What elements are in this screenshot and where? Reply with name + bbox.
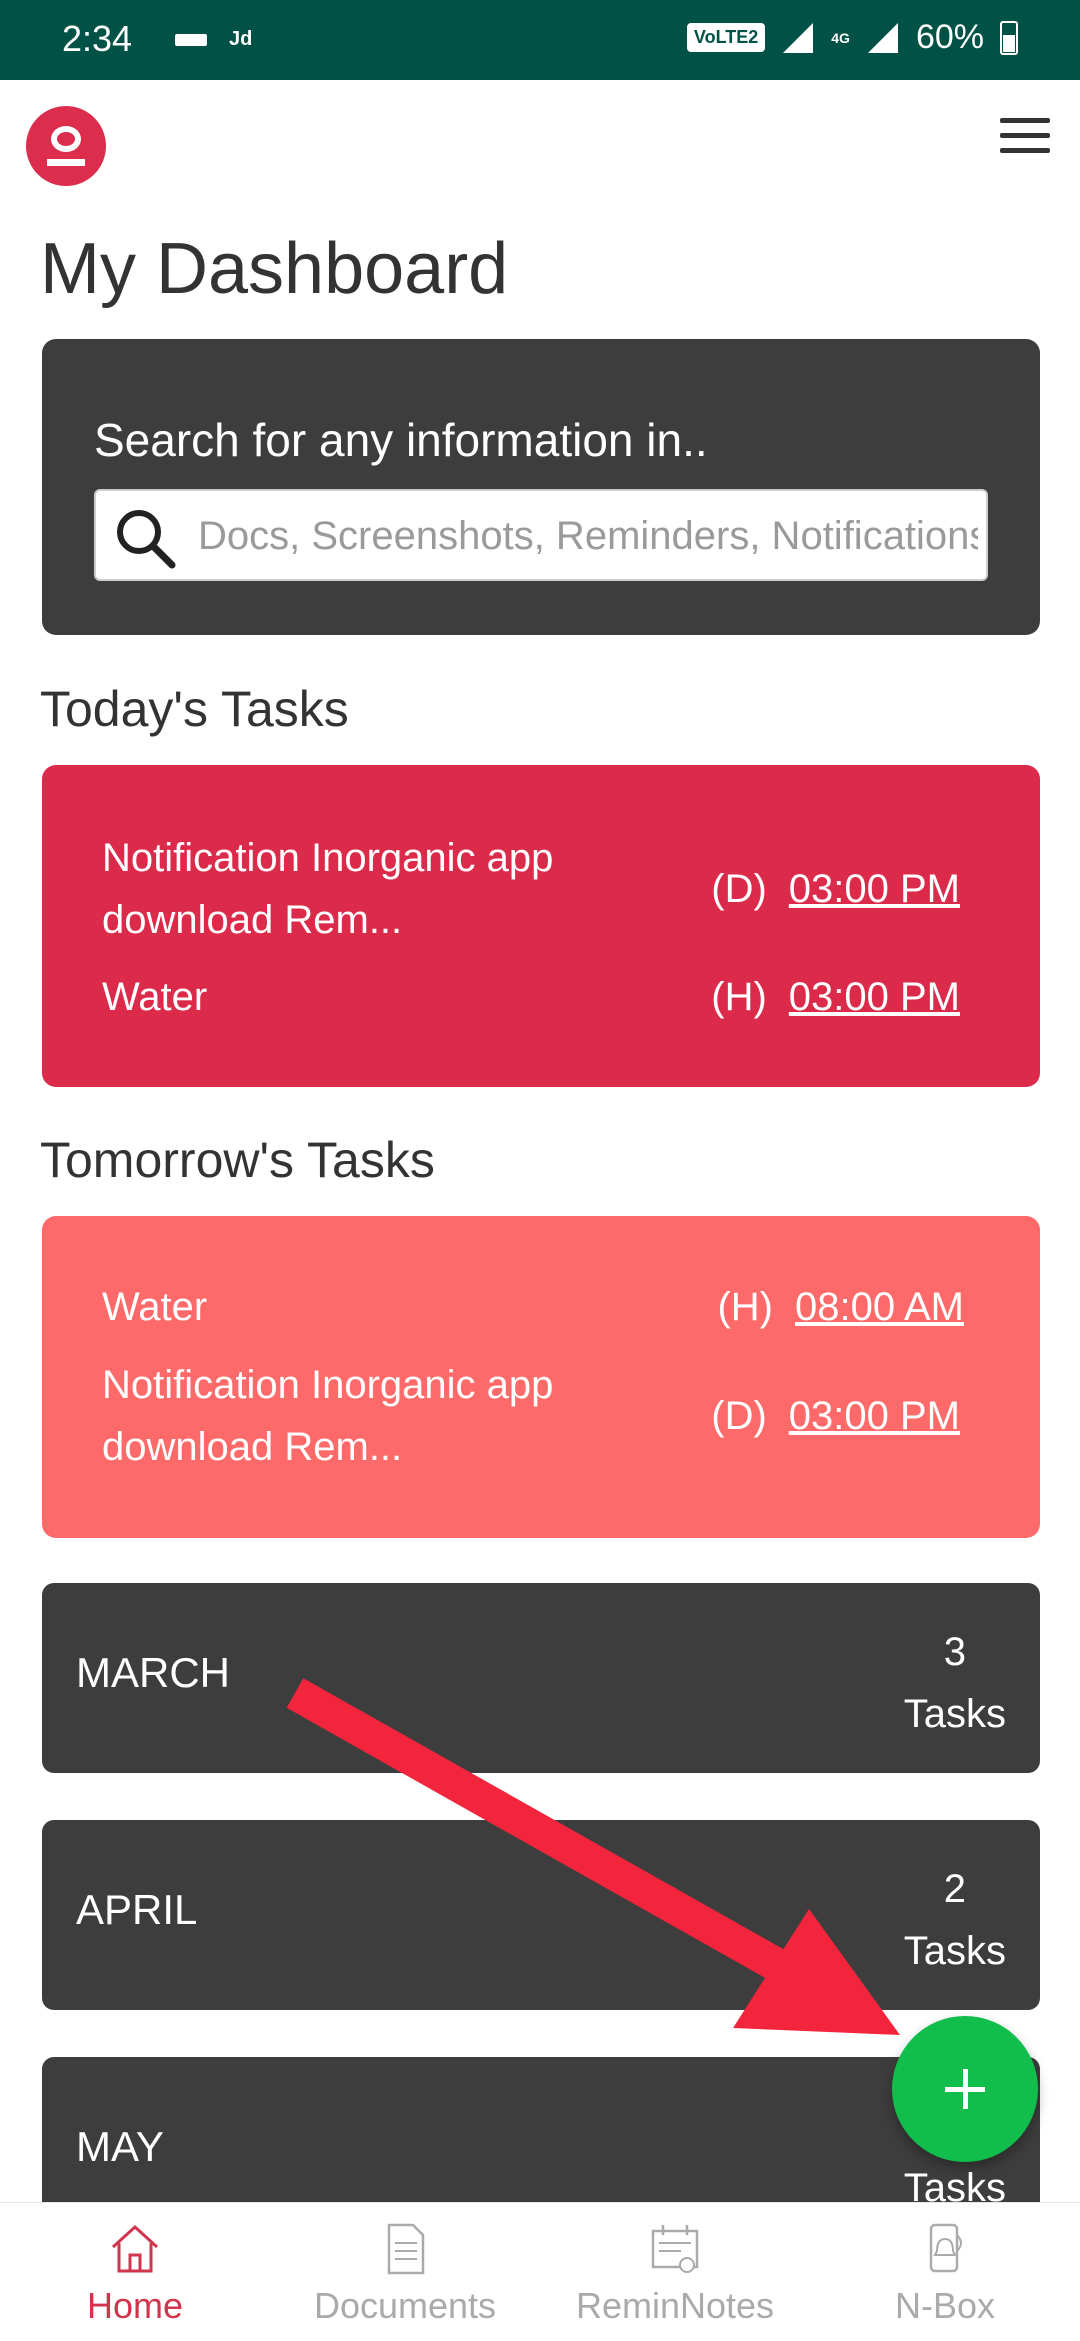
sim-notification-icon — [175, 33, 207, 46]
task-time-link[interactable]: 03:00 PM — [789, 975, 960, 1020]
signal-icon — [783, 22, 814, 53]
month-task-count: 2 Tasks — [904, 1858, 1006, 1982]
status-bar: 2:34 Jd VoLTE2 4G 60% — [0, 0, 1080, 80]
app-logo[interactable] — [26, 106, 106, 186]
nav-home[interactable]: Home — [0, 2203, 270, 2341]
task-tag: (D) — [711, 866, 767, 911]
plus-icon — [945, 2069, 985, 2109]
month-card-march[interactable]: MARCH 3 Tasks — [42, 1583, 1040, 1773]
task-name: Notification Inorganic app download Rem.… — [102, 1363, 554, 1469]
carrier-label: Jd — [229, 28, 253, 50]
task-name: Notification Inorganic app download Rem.… — [102, 836, 554, 942]
task-tag: (D) — [711, 1393, 767, 1438]
volte-badge: VoLTE2 — [686, 23, 766, 52]
status-left-icons: Jd — [175, 28, 252, 51]
task-count-number: 3 — [943, 1630, 966, 1674]
battery-icon — [1000, 20, 1018, 55]
today-tasks-card: Notification Inorganic app download Rem.… — [42, 765, 1040, 1087]
task-time-link[interactable]: 03:00 PM — [789, 867, 960, 912]
task-item[interactable]: Notification Inorganic app download Rem.… — [102, 1354, 960, 1478]
search-icon — [117, 510, 176, 569]
task-tag: (H) — [717, 1284, 773, 1329]
status-right-icons: VoLTE2 4G 60% — [686, 18, 1018, 57]
signal-icon-2 — [867, 22, 898, 53]
task-item[interactable]: Water (H) 03:00 PM — [102, 966, 960, 1028]
nav-n-box-label: N-Box — [894, 2285, 996, 2326]
tomorrow-tasks-card: Water (H) 08:00 AM Notification Inorgani… — [42, 1216, 1040, 1538]
page-title: My Dashboard — [40, 229, 509, 309]
logo-mark-icon — [47, 126, 85, 166]
nav-reminotes-label: ReminNotes — [575, 2285, 775, 2326]
task-item[interactable]: Notification Inorganic app download Rem.… — [102, 827, 960, 951]
nav-n-box[interactable]: N-Box — [810, 2203, 1080, 2341]
task-time-link[interactable]: 03:00 PM — [789, 1394, 960, 1439]
status-time: 2:34 — [62, 18, 133, 59]
home-icon — [111, 2224, 159, 2273]
notification-box-icon — [929, 2223, 962, 2273]
month-name: APRIL — [76, 1886, 198, 1933]
month-task-count: 3 Tasks — [904, 1621, 1006, 1745]
search-input[interactable] — [196, 503, 980, 569]
month-card-april[interactable]: APRIL 2 Tasks — [42, 1820, 1040, 2010]
task-name: Water — [102, 975, 208, 1019]
task-count-number: 2 — [943, 1867, 966, 1911]
tomorrow-tasks-title: Tomorrow's Tasks — [40, 1132, 435, 1188]
battery-level: 60% — [915, 18, 984, 56]
search-panel: Search for any information in.. — [42, 339, 1040, 635]
month-name: MAY — [76, 2123, 164, 2170]
document-icon — [387, 2223, 425, 2275]
task-time-link[interactable]: 08:00 AM — [795, 1285, 964, 1330]
month-name: MARCH — [76, 1649, 230, 1696]
task-count-unit: Tasks — [903, 1929, 1006, 1973]
add-task-fab[interactable] — [892, 2016, 1038, 2162]
data-type-label: 4G — [831, 29, 850, 46]
nav-documents-label: Documents — [313, 2285, 497, 2326]
nav-reminotes[interactable]: ReminNotes — [540, 2203, 810, 2341]
task-count-unit: Tasks — [903, 1692, 1006, 1736]
search-heading: Search for any information in.. — [94, 414, 708, 466]
today-tasks-title: Today's Tasks — [40, 681, 349, 737]
reminotes-icon — [651, 2225, 699, 2273]
nav-home-label: Home — [86, 2285, 184, 2326]
nav-documents[interactable]: Documents — [270, 2203, 540, 2341]
task-tag: (H) — [711, 974, 767, 1019]
search-box[interactable] — [94, 489, 988, 581]
task-item[interactable]: Water (H) 08:00 AM — [102, 1276, 964, 1338]
hamburger-menu-icon[interactable] — [1000, 118, 1050, 158]
task-name: Water — [102, 1285, 208, 1329]
bottom-navigation: Home Documents ReminNotes N-Box — [0, 2202, 1080, 2341]
